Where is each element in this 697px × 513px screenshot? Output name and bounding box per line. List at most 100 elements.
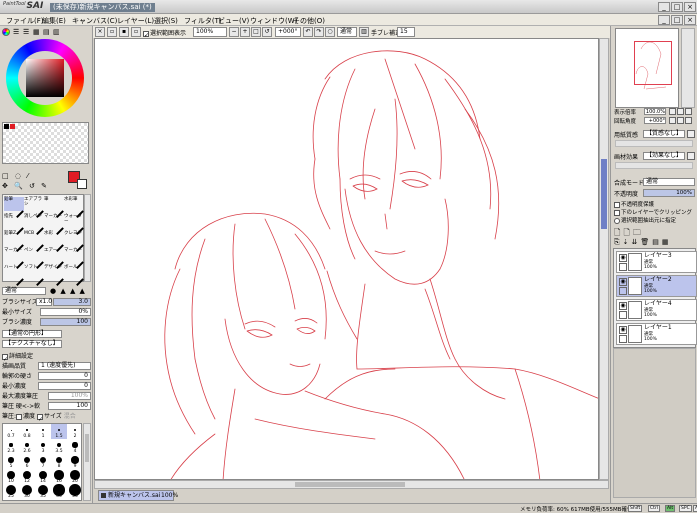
swatch-tab-icon[interactable]: ▦ bbox=[33, 28, 40, 36]
layer-lock-icon[interactable] bbox=[619, 287, 627, 295]
brush-size-preset[interactable]: 35 bbox=[35, 484, 51, 499]
color-wheel-tab-icon[interactable] bbox=[2, 28, 10, 36]
opacity-slider[interactable]: 100% bbox=[643, 189, 695, 197]
move-tool-icons[interactable]: ✥ 🔍 ↺ ✎ bbox=[2, 182, 49, 190]
brush-shape-select[interactable]: 【通常の円形】 bbox=[2, 330, 62, 338]
detail-checkbox[interactable]: ✓ bbox=[2, 353, 8, 363]
tool-item[interactable]: 鉛筆Z bbox=[4, 231, 24, 252]
brush-shape-icons[interactable]: ● ▲ ▲ ▲ bbox=[50, 287, 86, 295]
delete-layer-icon[interactable]: 🗑 bbox=[640, 238, 652, 246]
nav-zoom-in-icon[interactable] bbox=[677, 108, 684, 115]
density-slider[interactable]: 100 bbox=[40, 318, 91, 326]
blend-select[interactable]: 通常 bbox=[337, 27, 357, 37]
pressure-hard-slider[interactable]: 100 bbox=[48, 402, 91, 410]
menu-edit[interactable]: 編集(E) bbox=[42, 16, 66, 26]
minimize-button[interactable]: _ bbox=[658, 2, 670, 12]
pressure-size-checkbox[interactable]: ✓ bbox=[36, 413, 43, 423]
brush-size-preset[interactable]: 9 bbox=[67, 454, 83, 469]
tool-item[interactable]: マーカー bbox=[64, 248, 84, 269]
brush-size-preset[interactable]: 1 bbox=[35, 424, 51, 439]
brush-size-presets[interactable]: 0.7 0.8 1 1.5 2 2.3 2.6 3 3.5 4 5 6 7 8 9 10 12 14 16 20 25 3… bbox=[2, 423, 82, 501]
layer-item[interactable]: ◉ レイヤー1 通常 100% bbox=[616, 323, 697, 345]
blend-mode-select[interactable]: 通常 bbox=[2, 287, 46, 295]
tool-item[interactable]: ハート bbox=[4, 265, 24, 286]
tool-item[interactable]: 消しペン bbox=[24, 214, 44, 235]
protect-opacity-checkbox[interactable] bbox=[614, 201, 620, 208]
effect-strength-slider[interactable] bbox=[615, 162, 693, 169]
brush-size-preset[interactable]: 4 bbox=[67, 439, 83, 454]
rgb-slider-tab-icon[interactable]: ☰ bbox=[13, 28, 19, 36]
menu-filter[interactable]: フィルタ(T) bbox=[184, 16, 222, 26]
flip-icon[interactable]: ▥ bbox=[359, 27, 369, 37]
tool-item[interactable]: 筆 bbox=[44, 197, 64, 218]
tool-item[interactable]: マーカー bbox=[4, 248, 24, 269]
tool-item[interactable]: ウォーター bbox=[64, 214, 84, 235]
zoom-fit-icon[interactable]: □ bbox=[251, 27, 261, 37]
paper-select[interactable]: 【質感なし】 bbox=[643, 130, 685, 138]
brush-size-preset[interactable]: 6 bbox=[19, 454, 35, 469]
brush-size-preset[interactable]: 14 bbox=[35, 469, 51, 484]
nav-angle-field[interactable]: +000° bbox=[644, 117, 666, 124]
background-color-swatch[interactable] bbox=[77, 179, 87, 189]
brush-size-preset[interactable]: 30 bbox=[19, 484, 35, 499]
effect-settings-icon[interactable] bbox=[687, 152, 695, 160]
brush-size-preset[interactable]: 5 bbox=[3, 454, 19, 469]
brush-size-multiplier[interactable]: x1.0 bbox=[36, 298, 52, 306]
tool-item[interactable]: エアブラシ bbox=[24, 197, 44, 218]
brush-size-preset[interactable]: 7 bbox=[35, 454, 51, 469]
palette-tab-icon[interactable]: ▤ bbox=[43, 28, 50, 36]
canvas-horizontal-scrollbar[interactable] bbox=[94, 480, 609, 489]
color-wheel[interactable] bbox=[6, 39, 84, 117]
tool-item[interactable]: デザイン bbox=[44, 265, 64, 286]
rotate-reset-icon[interactable]: ○ bbox=[325, 27, 335, 37]
brush-size-preset[interactable]: 12 bbox=[19, 469, 35, 484]
brush-size-preset[interactable]: 1.5 bbox=[51, 424, 67, 439]
menu-other[interactable]: その他(O) bbox=[293, 16, 325, 26]
saturation-value-box[interactable] bbox=[26, 59, 64, 97]
canvas-vertical-scrollbar[interactable] bbox=[599, 38, 609, 480]
navigator-scrollbar[interactable] bbox=[681, 28, 695, 108]
doc-close-button[interactable]: × bbox=[684, 15, 696, 25]
brush-size-preset[interactable]: 16 bbox=[51, 469, 67, 484]
brush-size-preset[interactable]: 0.7 bbox=[3, 424, 19, 439]
copy-layer-icon[interactable]: ⎘ bbox=[614, 238, 623, 246]
brush-size-preset[interactable]: 8 bbox=[51, 454, 67, 469]
brush-size-preset[interactable]: 2 bbox=[67, 424, 83, 439]
layer-blend-select[interactable]: 通常 bbox=[643, 178, 695, 186]
new-folder-icon[interactable]: 🗀 bbox=[633, 228, 644, 237]
brush-texture-select[interactable]: 【テクスチャなし】 bbox=[2, 340, 62, 348]
clear-layer-icon[interactable]: ▤ bbox=[652, 238, 662, 246]
tool-item[interactable]: ボール bbox=[64, 265, 84, 286]
document-tab[interactable]: 新規キャンバス.sai 100% bbox=[98, 490, 178, 501]
pressure-density-checkbox[interactable] bbox=[16, 413, 23, 420]
tool-item[interactable]: 水彩 bbox=[44, 231, 64, 252]
hsv-slider-tab-icon[interactable]: ☰ bbox=[23, 28, 29, 36]
quality-select[interactable]: 1 (速度優先) bbox=[38, 362, 91, 370]
tool-item[interactable]: 水彩筆 bbox=[64, 197, 84, 218]
nav-zoom-out-icon[interactable] bbox=[669, 108, 676, 115]
brush-size-preset[interactable]: 25 bbox=[3, 484, 19, 499]
nav-zoom-field[interactable]: 100.0% bbox=[644, 108, 666, 115]
visibility-eye-icon[interactable]: ◉ bbox=[619, 326, 627, 334]
visibility-eye-icon[interactable]: ◉ bbox=[619, 254, 627, 262]
min-density-slider[interactable]: 0 bbox=[38, 382, 91, 390]
scratch-tab-icon[interactable]: ▥ bbox=[53, 28, 60, 36]
tool-grid-scrollbar[interactable] bbox=[84, 194, 91, 282]
transform-icon[interactable]: ▫ bbox=[131, 27, 141, 37]
layer-item[interactable]: ◉ レイヤー4 通常 100% bbox=[616, 299, 697, 321]
layer-lock-icon[interactable] bbox=[619, 311, 627, 319]
vertical-scroll-thumb[interactable] bbox=[601, 159, 607, 229]
tool-item[interactable]: クレヨン bbox=[64, 231, 84, 252]
swatch-grid[interactable] bbox=[2, 122, 89, 164]
tool-item[interactable]: エアー bbox=[44, 248, 64, 269]
selection-tool-icons[interactable]: □ ◌ ⁄ bbox=[2, 172, 30, 180]
show-selection-checkbox[interactable]: ✓ bbox=[143, 30, 149, 39]
zoom-out-icon[interactable]: − bbox=[229, 27, 239, 37]
rotate-left-icon[interactable]: ↶ bbox=[303, 27, 313, 37]
nav-zoom-reset-icon[interactable] bbox=[685, 108, 692, 115]
menu-layer[interactable]: レイヤー(L) bbox=[117, 16, 154, 26]
tool-item[interactable]: マーカー bbox=[44, 214, 64, 235]
brush-size-preset[interactable]: 2.6 bbox=[19, 439, 35, 454]
brush-size-slider[interactable]: 3.0 bbox=[53, 298, 91, 306]
tool-item[interactable]: ペン bbox=[24, 248, 44, 269]
